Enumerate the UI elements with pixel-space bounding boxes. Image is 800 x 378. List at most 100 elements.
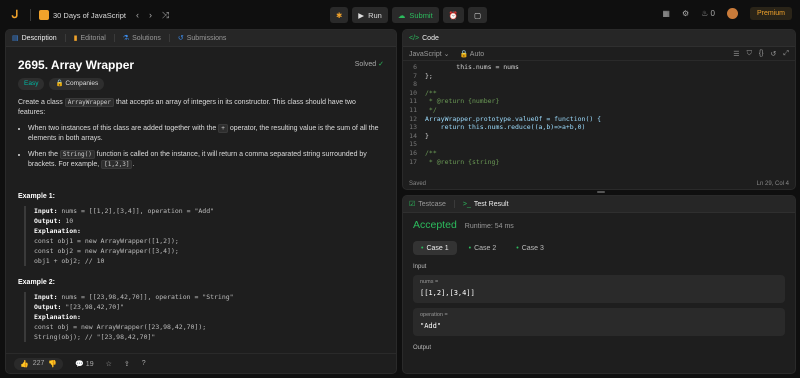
inline-code: String() — [59, 150, 95, 159]
line-number: 11 — [409, 97, 417, 106]
divider — [30, 9, 31, 21]
line-number: 7 — [413, 71, 417, 80]
result-header: Accepted Runtime: 54 ms — [413, 219, 785, 231]
next-problem-icon[interactable]: › — [149, 10, 152, 20]
editor-status: Saved Ln 29, Col 4 — [409, 181, 789, 187]
thumbs-down-icon[interactable]: 👎 — [48, 360, 57, 368]
example-output: Output: "[23,98,42,70]" — [34, 303, 125, 311]
streak[interactable]: ♨ 0 — [701, 9, 715, 18]
code-line: obj1 + obj2; // 10 — [34, 257, 105, 265]
comments-button[interactable]: 💬 19 — [75, 360, 93, 368]
nums-value-box: nums = [[1,2],[3,4]] — [413, 275, 785, 303]
tab-case-2[interactable]: • Case 2 — [461, 241, 505, 255]
line-text: /** — [425, 88, 437, 97]
pass-dot-icon: • — [468, 244, 472, 252]
bug-icon: ✱ — [336, 10, 343, 20]
example-output: Output: 10 — [34, 217, 74, 225]
help-icon[interactable]: ? — [142, 360, 146, 367]
code-icon: </> — [409, 34, 420, 42]
tab-case-1[interactable]: • Case 1 — [413, 241, 457, 255]
tab-code[interactable]: </> Code — [409, 35, 439, 42]
tab-test-result[interactable]: >_ Test Result — [463, 201, 509, 208]
example-2-block: Input: nums = [[23,98,42,70]], operation… — [24, 292, 384, 342]
like-button[interactable]: 👍 227 👎 — [14, 357, 64, 370]
submit-button[interactable]: ☁ Submit — [391, 7, 439, 23]
inline-code: ArrayWrapper — [64, 98, 115, 107]
example-input: Input: nums = [[1,2],[3,4]], operation =… — [34, 207, 215, 215]
solved-status: Solved ✓ — [354, 61, 384, 68]
editor-actions: ☰ ⛉ {} ↺ ⤢ — [733, 50, 789, 58]
book-icon: ▮ — [73, 35, 78, 42]
bookmark-icon[interactable]: ⛉ — [747, 50, 752, 58]
code-panel: </> Code JavaScript ⌄ 🔒 Auto ☰ ⛉ {} ↺ ⤢ 6… — [402, 29, 796, 190]
tab-testcase[interactable]: ☑ Testcase — [409, 200, 446, 209]
panel-resize-handle[interactable] — [597, 191, 605, 193]
note-icon: ▢ — [474, 10, 482, 20]
param-value: [[1,2],[3,4]] — [420, 289, 475, 297]
intro-paragraph: Create a class ArrayWrapper that accepts… — [18, 98, 356, 116]
code-line: 16 /** — [403, 149, 795, 158]
fire-icon: ♨ — [701, 9, 709, 18]
line-text: }; — [425, 71, 433, 80]
tab-case-3[interactable]: • Case 3 — [508, 241, 552, 255]
line-text: /** — [425, 148, 437, 157]
list-icon — [39, 10, 49, 20]
avatar[interactable] — [726, 8, 738, 19]
tab-submissions[interactable]: ↺ Submissions — [178, 34, 227, 43]
problem-list-title[interactable]: 30 Days of JavaScript — [39, 10, 126, 20]
debug-button[interactable]: ✱ — [330, 7, 349, 23]
code-line: 15 — [403, 140, 795, 149]
line-text: * @return {number} — [425, 97, 500, 106]
code-line: const obj1 = new ArrayWrapper([1,2]); — [34, 237, 179, 245]
layout-icon[interactable]: ▦ — [662, 9, 670, 18]
shuffle-icon[interactable]: ⤨ — [162, 10, 169, 21]
tab-editorial[interactable]: ▮ Editorial — [73, 34, 106, 43]
code-line: const obj2 = new ArrayWrapper([3,4]); — [34, 247, 179, 255]
line-number: 15 — [409, 140, 417, 149]
example-1-block: Input: nums = [[1,2],[3,4]], operation =… — [24, 206, 384, 266]
param-value: "Add" — [420, 322, 442, 330]
pass-dot-icon: • — [516, 244, 519, 252]
code-line: 7}; — [403, 72, 795, 81]
leetcode-logo-icon[interactable]: ᒍ — [8, 8, 22, 22]
code-line: 12 ArrayWrapper.prototype.valueOf = funct… — [403, 115, 795, 124]
share-icon[interactable]: ⇪ — [124, 360, 130, 368]
editor-toolbar: JavaScript ⌄ 🔒 Auto ☰ ⛉ {} ↺ ⤢ — [403, 47, 795, 61]
notes-button[interactable]: ▢ — [468, 7, 488, 23]
tab-description[interactable]: ▤ Description — [12, 34, 57, 43]
problem-title[interactable]: 2695. Array Wrapper — [18, 59, 384, 71]
operation-value-box: operation = "Add" — [413, 308, 785, 336]
check-circle-icon: ✓ — [378, 61, 384, 68]
code-tabs: </> Code — [403, 30, 795, 47]
output-section-label: Output — [413, 345, 432, 351]
autocomplete-mode[interactable]: 🔒 Auto — [460, 50, 485, 58]
run-button[interactable]: ▶ Run — [352, 7, 388, 23]
line-text: } — [425, 131, 429, 140]
prev-problem-icon[interactable]: ‹ — [136, 10, 139, 20]
example-2-title: Example 2: — [18, 279, 55, 286]
code-editor[interactable]: 6 this.nums = nums 7}; 8 10/** 11 * @return … — [403, 61, 795, 168]
thumbs-up-icon: 👍 — [20, 360, 29, 368]
fullscreen-icon[interactable]: ⤢ — [783, 50, 789, 58]
flask-icon: ⚗ — [122, 35, 130, 42]
format-icon[interactable]: ☰ — [733, 50, 739, 58]
companies-badge[interactable]: 🔒 Companies — [49, 78, 105, 90]
premium-button[interactable]: Premium — [749, 7, 792, 20]
timer-button[interactable]: ⏰ — [442, 7, 465, 23]
code-line: 14} — [403, 132, 795, 141]
example-explanation-label: Explanation: — [34, 313, 81, 321]
line-number: 8 — [413, 80, 417, 89]
example-explanation-label: Explanation: — [34, 227, 81, 235]
tab-solutions[interactable]: ⚗ Solutions — [122, 34, 161, 43]
line-number: 12 — [409, 114, 417, 123]
problem-tags: Easy 🔒 Companies — [18, 78, 384, 90]
play-icon: ▶ — [358, 10, 365, 20]
test-result-panel: ☑ Testcase >_ Test Result Accepted Runtime… — [402, 195, 796, 374]
braces-icon[interactable]: {} — [759, 50, 764, 58]
lock-icon: 🔒 — [459, 50, 469, 58]
accepted-status: Accepted — [413, 219, 457, 231]
settings-icon[interactable]: ⚙ — [682, 9, 689, 18]
star-icon[interactable]: ☆ — [106, 360, 112, 368]
language-select[interactable]: JavaScript ⌄ — [409, 50, 450, 58]
reset-icon[interactable]: ↺ — [771, 50, 777, 58]
